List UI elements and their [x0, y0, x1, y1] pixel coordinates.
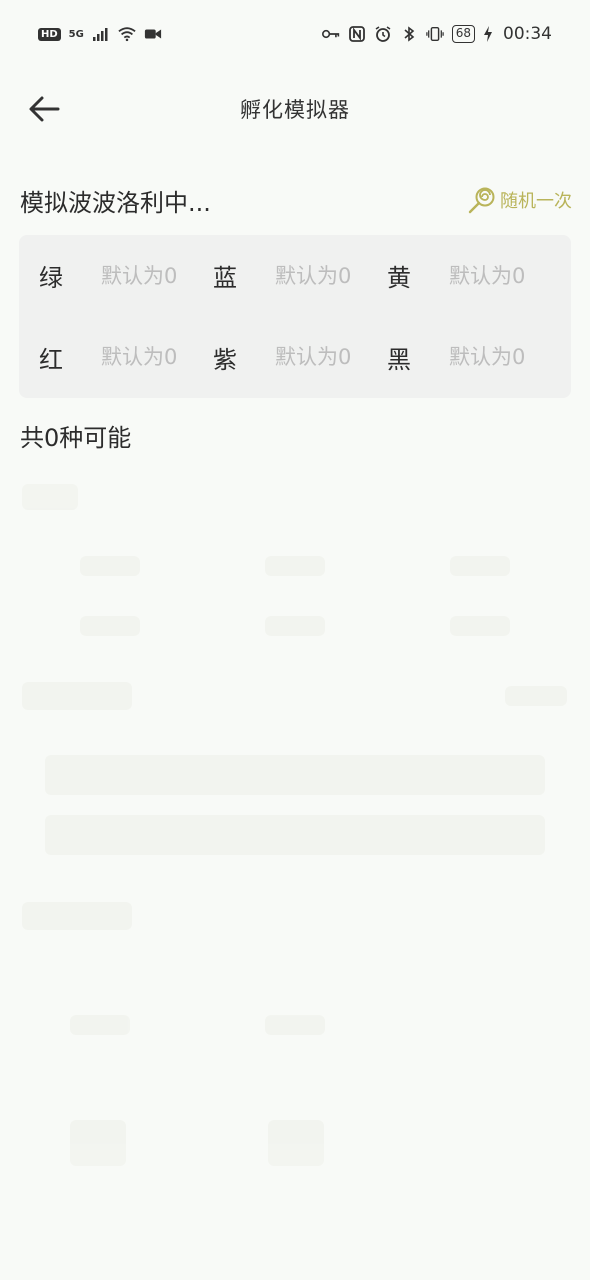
hd-badge: HD [38, 27, 61, 41]
vibrate-icon [425, 26, 444, 42]
key-icon [321, 29, 339, 39]
ghost-block [45, 755, 545, 795]
color-cell-yellow: 黄 [387, 235, 561, 317]
network-type: 5G [68, 28, 84, 40]
status-left: HD 5G [38, 26, 162, 42]
ghost-block [80, 556, 140, 576]
wifi-icon [118, 27, 136, 42]
random-once-button[interactable]: 随机一次 [468, 186, 572, 214]
page-title: 孵化模拟器 [240, 98, 350, 122]
purple-count-input[interactable] [275, 345, 375, 370]
charging-icon [484, 26, 492, 42]
color-cell-purple: 紫 [213, 317, 387, 399]
signal-icon [92, 28, 108, 41]
ghost-block [268, 1120, 324, 1166]
color-cell-green: 绿 [39, 235, 213, 317]
toolbar: 孵化模拟器 [0, 80, 590, 138]
status-right: 68 00:34 [321, 24, 552, 44]
color-cell-blue: 蓝 [213, 235, 387, 317]
faded-background-content [0, 470, 590, 1280]
ghost-block [70, 1120, 126, 1166]
ghost-block [450, 556, 510, 576]
color-label-black: 黑 [387, 345, 411, 374]
black-count-input[interactable] [449, 345, 549, 370]
clock: 00:34 [503, 24, 552, 44]
lollipop-icon [468, 187, 495, 214]
back-button[interactable] [26, 92, 62, 126]
color-label-red: 红 [39, 345, 63, 374]
color-label-purple: 紫 [213, 345, 237, 374]
ghost-block [45, 815, 545, 855]
ghost-block [22, 484, 78, 510]
ghost-block [265, 616, 325, 636]
simulator-header: 模拟波波洛利中... 随机一次 [20, 180, 572, 220]
ghost-block [22, 682, 132, 710]
battery-indicator: 68 [451, 25, 475, 43]
ghost-block [80, 616, 140, 636]
alarm-icon [375, 26, 391, 42]
arrow-left-icon [29, 96, 60, 122]
ghost-block [265, 556, 325, 576]
color-label-yellow: 黄 [387, 264, 411, 293]
color-cell-black: 黑 [387, 317, 561, 399]
color-label-green: 绿 [39, 264, 63, 293]
ghost-block [450, 616, 510, 636]
bluetooth-icon [404, 26, 414, 42]
green-count-input[interactable] [101, 263, 201, 288]
ghost-block [70, 1015, 130, 1035]
status-bar: HD 5G 68 00:34 [0, 0, 590, 68]
yellow-count-input[interactable] [449, 263, 549, 288]
random-once-label: 随机一次 [500, 191, 572, 212]
possibility-count: 共0种可能 [20, 424, 132, 452]
red-count-input[interactable] [101, 345, 201, 370]
ghost-block [505, 686, 567, 706]
blue-count-input[interactable] [275, 263, 375, 288]
color-label-blue: 蓝 [213, 264, 237, 293]
video-camera-icon [144, 29, 161, 39]
simulator-title: 模拟波波洛利中... [20, 188, 211, 217]
color-input-grid: 绿 蓝 黄 红 紫 黑 [19, 235, 571, 398]
ghost-block [22, 902, 132, 930]
color-cell-red: 红 [39, 317, 213, 399]
ghost-block [265, 1015, 325, 1035]
nfc-icon [348, 26, 365, 42]
